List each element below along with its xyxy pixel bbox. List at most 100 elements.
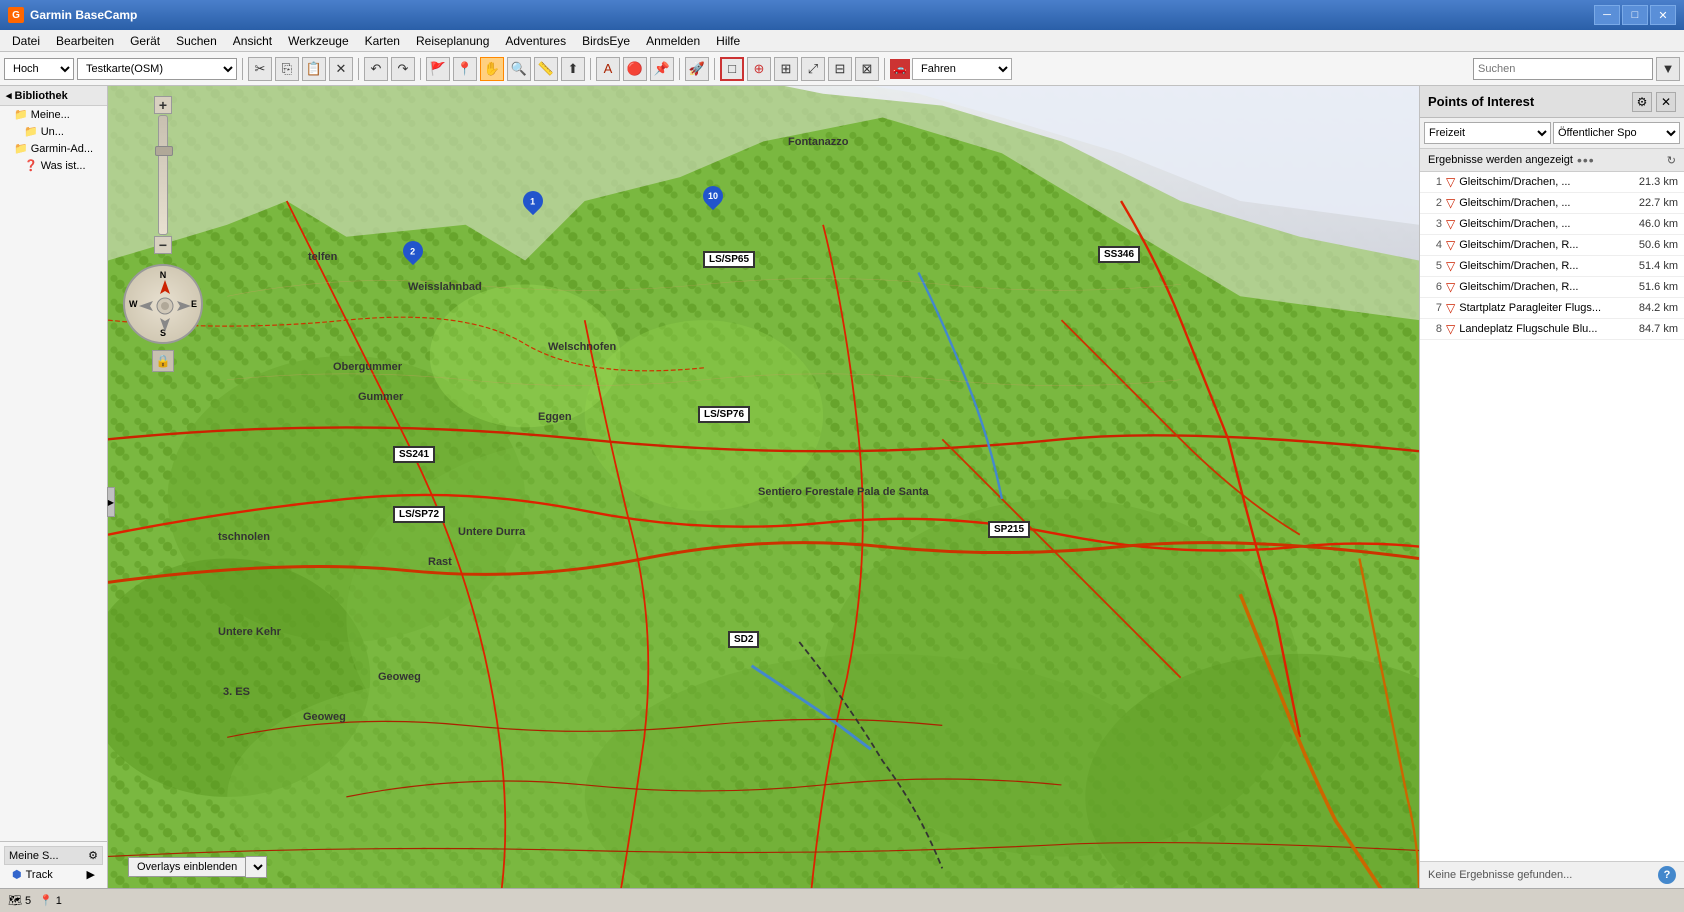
undo-button[interactable]: ↶ xyxy=(364,57,388,81)
poi-num-6: 7 xyxy=(1426,302,1442,314)
menu-item-suchen[interactable]: Suchen xyxy=(168,32,225,50)
poi-name-2: Gleitschim/Drachen, ... xyxy=(1459,218,1635,230)
poi-close-button[interactable]: ✕ xyxy=(1656,92,1676,112)
app-icon: G xyxy=(8,7,24,23)
route-button[interactable]: 📌 xyxy=(650,57,674,81)
poi-row-5[interactable]: 6 ▽ Gleitschim/Drachen, R... 51.6 km xyxy=(1420,277,1684,298)
menu-item-birdseye[interactable]: BirdsEye xyxy=(574,32,638,50)
close-button[interactable]: ✕ xyxy=(1650,5,1676,25)
poi-filters: Freizeit Alle Essen Unterkunft Transport… xyxy=(1420,118,1684,149)
tree-item-1[interactable]: 📁Un... xyxy=(0,123,107,140)
library-label: Bibliothek xyxy=(15,90,68,102)
poi-row-4[interactable]: 5 ▽ Gleitschim/Drachen, R... 51.4 km xyxy=(1420,256,1684,277)
poi-dist-0: 21.3 km xyxy=(1639,176,1678,188)
pointer-tool[interactable]: ⬆ xyxy=(561,57,585,81)
tree-item-0[interactable]: 📁Meine... xyxy=(0,106,107,123)
poi-refresh-button[interactable]: ↻ xyxy=(1667,154,1676,167)
sidebar-collapse-btn[interactable]: ▶ xyxy=(107,487,115,517)
search-button[interactable]: ▼ xyxy=(1656,57,1680,81)
poi-settings-button[interactable]: ⚙ xyxy=(1632,92,1652,112)
poi-dist-7: 84.7 km xyxy=(1639,323,1678,335)
tracks-status: 🗺 5 xyxy=(8,894,31,907)
poi-name-7: Landeplatz Flugschule Blu... xyxy=(1459,323,1635,335)
map-layer-button[interactable]: ⊕ xyxy=(747,57,771,81)
menu-item-ansicht[interactable]: Ansicht xyxy=(225,32,280,50)
poi-status: Ergebnisse werden angezeigt ••• ↻ xyxy=(1420,149,1684,172)
minimize-button[interactable]: ─ xyxy=(1594,5,1620,25)
menu-item-adventures[interactable]: Adventures xyxy=(497,32,574,50)
map-grid-button[interactable]: ⊞ xyxy=(774,57,798,81)
window-controls: ─ □ ✕ xyxy=(1594,5,1676,25)
app-title: Garmin BaseCamp xyxy=(30,8,1594,22)
poi-status-text: Ergebnisse werden angezeigt xyxy=(1428,154,1573,166)
pan-tool[interactable]: ✋ xyxy=(480,57,504,81)
waypoint-button[interactable]: A xyxy=(596,57,620,81)
poi-subcategory-select[interactable]: Öffentlicher Spo Alle Sport Park xyxy=(1553,122,1680,144)
menu-item-werkzeuge[interactable]: Werkzeuge xyxy=(280,32,356,50)
poi-title: Points of Interest xyxy=(1428,94,1534,109)
menu-item-datei[interactable]: Datei xyxy=(4,32,48,50)
map-split-button[interactable]: ⊟ xyxy=(828,57,852,81)
tree-item-3[interactable]: ❓Was ist... xyxy=(0,157,107,174)
track-expand[interactable]: ▶ xyxy=(87,868,95,881)
measure-tool[interactable]: 📏 xyxy=(534,57,558,81)
menu-item-reiseplanung[interactable]: Reiseplanung xyxy=(408,32,497,50)
map-background xyxy=(108,86,1419,888)
map-lock-button[interactable]: 🔒 xyxy=(152,350,174,372)
new-route-button[interactable]: 🚩 xyxy=(426,57,450,81)
poi-dist-2: 46.0 km xyxy=(1639,218,1678,230)
poi-help-button[interactable]: ? xyxy=(1658,866,1676,884)
menu-item-gerat[interactable]: Gerät xyxy=(122,32,168,50)
map-fullscreen-button[interactable]: ⤢ xyxy=(801,57,825,81)
overlays-button: Overlays einblenden xyxy=(128,856,267,878)
zoom-out-button[interactable]: − xyxy=(154,236,172,254)
new-track-button[interactable]: 📍 xyxy=(453,57,477,81)
zoom-in-button[interactable]: + xyxy=(154,96,172,114)
poi-icon-7: ▽ xyxy=(1446,322,1455,336)
map-3d-button[interactable]: □ xyxy=(720,57,744,81)
poi-category-select[interactable]: Freizeit Alle Essen Unterkunft Transport xyxy=(1424,122,1551,144)
cut-button[interactable]: ✂ xyxy=(248,57,272,81)
map-area[interactable]: FontanazzoWeisslahnbadObergummerGummerWe… xyxy=(108,86,1419,888)
paste-button[interactable]: 📋 xyxy=(302,57,326,81)
delete-button[interactable]: ✕ xyxy=(329,57,353,81)
mode-selector[interactable]: Hoch xyxy=(4,58,74,80)
tracks-count: 5 xyxy=(25,895,31,907)
redo-button[interactable]: ↷ xyxy=(391,57,415,81)
poi-row-0[interactable]: 1 ▽ Gleitschim/Drachen, ... 21.3 km xyxy=(1420,172,1684,193)
overlays-dropdown[interactable] xyxy=(246,856,267,878)
poi-status-dots[interactable]: ••• xyxy=(1577,152,1595,168)
poi-row-7[interactable]: 8 ▽ Landeplatz Flugschule Blu... 84.7 km xyxy=(1420,319,1684,340)
copy-button[interactable]: ⎘ xyxy=(275,57,299,81)
sep5 xyxy=(679,58,680,80)
menu-item-karten[interactable]: Karten xyxy=(357,32,408,50)
library-header[interactable]: ◂ Bibliothek xyxy=(0,86,107,106)
poi-icon-5: ▽ xyxy=(1446,280,1455,294)
poi-footer-text: Keine Ergebnisse gefunden... xyxy=(1428,869,1572,881)
map-pin-0: 1 xyxy=(523,191,543,211)
poi-row-3[interactable]: 4 ▽ Gleitschim/Drachen, R... 50.6 km xyxy=(1420,235,1684,256)
tracks-icon: 🗺 xyxy=(8,894,22,907)
my-section-header[interactable]: Meine S... ⚙ xyxy=(4,846,103,865)
track-item[interactable]: ⬢ Track ▶ xyxy=(4,865,103,884)
poi-row-6[interactable]: 7 ▽ Startplatz Paragleiter Flugs... 84.2… xyxy=(1420,298,1684,319)
maximize-button[interactable]: □ xyxy=(1622,5,1648,25)
tree-item-2[interactable]: 📁Garmin-Ad... xyxy=(0,140,107,157)
poi-row-1[interactable]: 2 ▽ Gleitschim/Drachen, ... 22.7 km xyxy=(1420,193,1684,214)
map-overview-button[interactable]: ⊠ xyxy=(855,57,879,81)
settings-icon[interactable]: ⚙ xyxy=(88,849,98,862)
menu-item-bearbeiten[interactable]: Bearbeiten xyxy=(48,32,122,50)
menu-item-hilfe[interactable]: Hilfe xyxy=(708,32,748,50)
map-selector[interactable]: Testkarte(OSM) xyxy=(77,58,237,80)
track-button[interactable]: 🔴 xyxy=(623,57,647,81)
garmin-connect-button[interactable]: 🚀 xyxy=(685,57,709,81)
menu-item-anmelden[interactable]: Anmelden xyxy=(638,32,708,50)
overlays-toggle[interactable]: Overlays einblenden xyxy=(128,857,246,877)
poi-row-2[interactable]: 3 ▽ Gleitschim/Drachen, ... 46.0 km xyxy=(1420,214,1684,235)
search-input[interactable] xyxy=(1473,58,1653,80)
map-pin-1: 2 xyxy=(403,241,423,261)
tree-items: 📁Meine...📁Un...📁Garmin-Ad...❓Was ist... xyxy=(0,106,107,174)
vehicle-dropdown[interactable]: Fahren Gehen Radfahren xyxy=(912,58,1012,80)
compass-rose[interactable]: N S E W xyxy=(123,264,203,344)
zoom-tool[interactable]: 🔍 xyxy=(507,57,531,81)
